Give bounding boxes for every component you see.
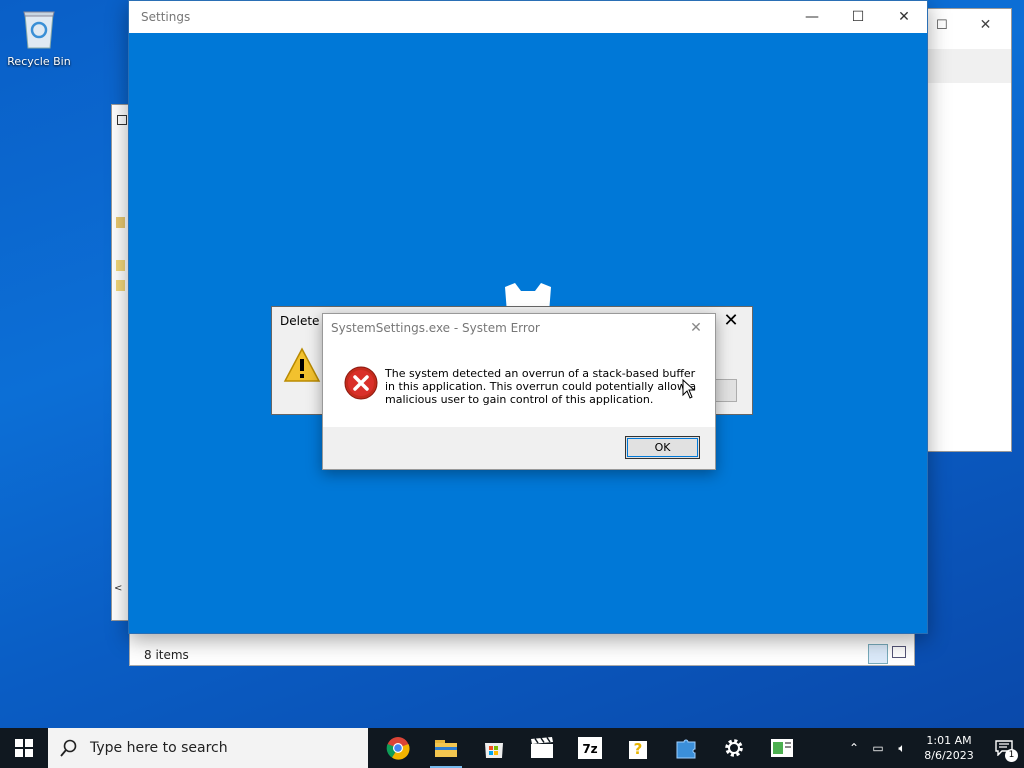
taskbar-settings[interactable]: [710, 728, 758, 768]
clock-time: 1:01 AM: [926, 734, 972, 747]
taskbar-video-editor[interactable]: [518, 728, 566, 768]
file-explorer-icon: [435, 740, 457, 757]
error-dialog-footer: OK: [323, 427, 715, 469]
recycle-bin-icon: [23, 11, 55, 49]
start-button[interactable]: [0, 728, 48, 768]
volume-icon[interactable]: 🔈︎: [890, 741, 914, 756]
minimize-icon: —: [805, 9, 819, 25]
recycle-bin-desktop-icon[interactable]: Recycle Bin: [4, 6, 74, 76]
maximize-icon: ☐: [851, 9, 865, 25]
recycle-bin-label: Recycle Bin: [7, 55, 71, 68]
chrome-icon: [386, 737, 410, 760]
error-dialog-title: SystemSettings.exe - System Error: [331, 321, 540, 335]
show-hidden-icons-chevron-icon[interactable]: ⌃: [842, 741, 866, 755]
svg-text:?: ?: [634, 740, 643, 758]
taskbar-help-app[interactable]: ?: [614, 728, 662, 768]
video-editor-icon: [531, 737, 553, 758]
background-window-right[interactable]: ☐ ✕: [925, 8, 1012, 452]
delete-dialog-close-button[interactable]: ✕: [716, 309, 746, 333]
ok-button[interactable]: OK: [625, 436, 700, 459]
close-button[interactable]: ✕: [881, 1, 927, 33]
error-icon: [344, 366, 378, 400]
store-icon: [485, 743, 503, 758]
clock[interactable]: 1:01 AM 8/6/2023: [914, 733, 984, 763]
system-tray: ⌃ ▭ 🔈︎ 1:01 AM 8/6/2023 1: [842, 728, 1024, 768]
help-icon: ?: [629, 740, 647, 759]
search-icon: [60, 739, 77, 757]
taskbar-puzzle-app[interactable]: [662, 728, 710, 768]
notepad-icon: [771, 739, 793, 757]
settings-window-title: Settings: [141, 10, 191, 24]
settings-icon: [725, 739, 743, 757]
close-icon: ✕: [898, 9, 910, 25]
notification-count-badge: 1: [1005, 749, 1018, 762]
taskbar-notepad-app[interactable]: [758, 728, 806, 768]
taskbar-7zip[interactable]: 7z: [566, 728, 614, 768]
taskbar-search-box[interactable]: Type here to search: [48, 728, 368, 768]
warning-icon: [283, 347, 321, 382]
minimize-button[interactable]: —: [789, 1, 835, 33]
taskbar-file-explorer[interactable]: [422, 728, 470, 768]
details-view-button[interactable]: [868, 644, 888, 664]
puzzle-icon: [676, 739, 696, 759]
close-icon[interactable]: ✕: [980, 17, 992, 33]
maximize-icon[interactable]: ☐: [936, 18, 948, 33]
search-placeholder: Type here to search: [90, 740, 228, 756]
taskbar-chrome[interactable]: [374, 728, 422, 768]
svg-text:7z: 7z: [582, 742, 597, 756]
taskbar-store[interactable]: [470, 728, 518, 768]
file-explorer-status-bar: 8 items: [129, 630, 915, 666]
action-center-button[interactable]: 1: [984, 728, 1024, 768]
settings-titlebar[interactable]: Settings — ☐ ✕: [129, 1, 927, 33]
system-error-dialog[interactable]: SystemSettings.exe - System Error ✕ The …: [322, 313, 716, 470]
large-icons-view-button[interactable]: [892, 646, 906, 658]
taskbar: Type here to search 7z ? ⌃ ▭ 🔈︎ 1:01 AM …: [0, 728, 1024, 768]
network-icon[interactable]: ▭: [866, 741, 890, 755]
windows-logo-icon: [15, 739, 33, 757]
maximize-button[interactable]: ☐: [835, 1, 881, 33]
error-message: The system detected an overrun of a stac…: [385, 367, 697, 406]
error-dialog-close-button[interactable]: ✕: [683, 317, 709, 339]
status-item-count: 8 items: [144, 648, 189, 662]
mouse-cursor-icon: [682, 379, 696, 399]
clock-date: 8/6/2023: [924, 749, 974, 762]
7zip-icon: 7z: [578, 737, 602, 759]
